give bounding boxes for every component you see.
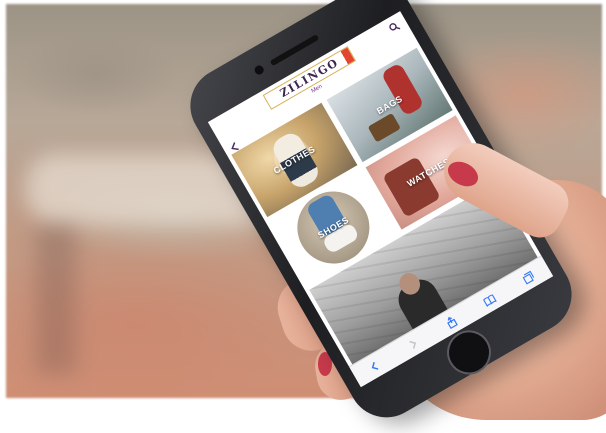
front-camera bbox=[253, 63, 266, 77]
bookmarks-icon[interactable] bbox=[482, 292, 498, 308]
category-label: BAGS bbox=[374, 93, 405, 117]
category-label: CLOTHES bbox=[271, 143, 318, 176]
forward-icon[interactable] bbox=[405, 336, 421, 352]
search-icon[interactable] bbox=[388, 20, 402, 34]
share-icon[interactable] bbox=[443, 314, 459, 330]
tabs-icon[interactable] bbox=[520, 270, 536, 286]
background-blur-post bbox=[36, 224, 76, 374]
back-icon[interactable] bbox=[366, 358, 382, 374]
